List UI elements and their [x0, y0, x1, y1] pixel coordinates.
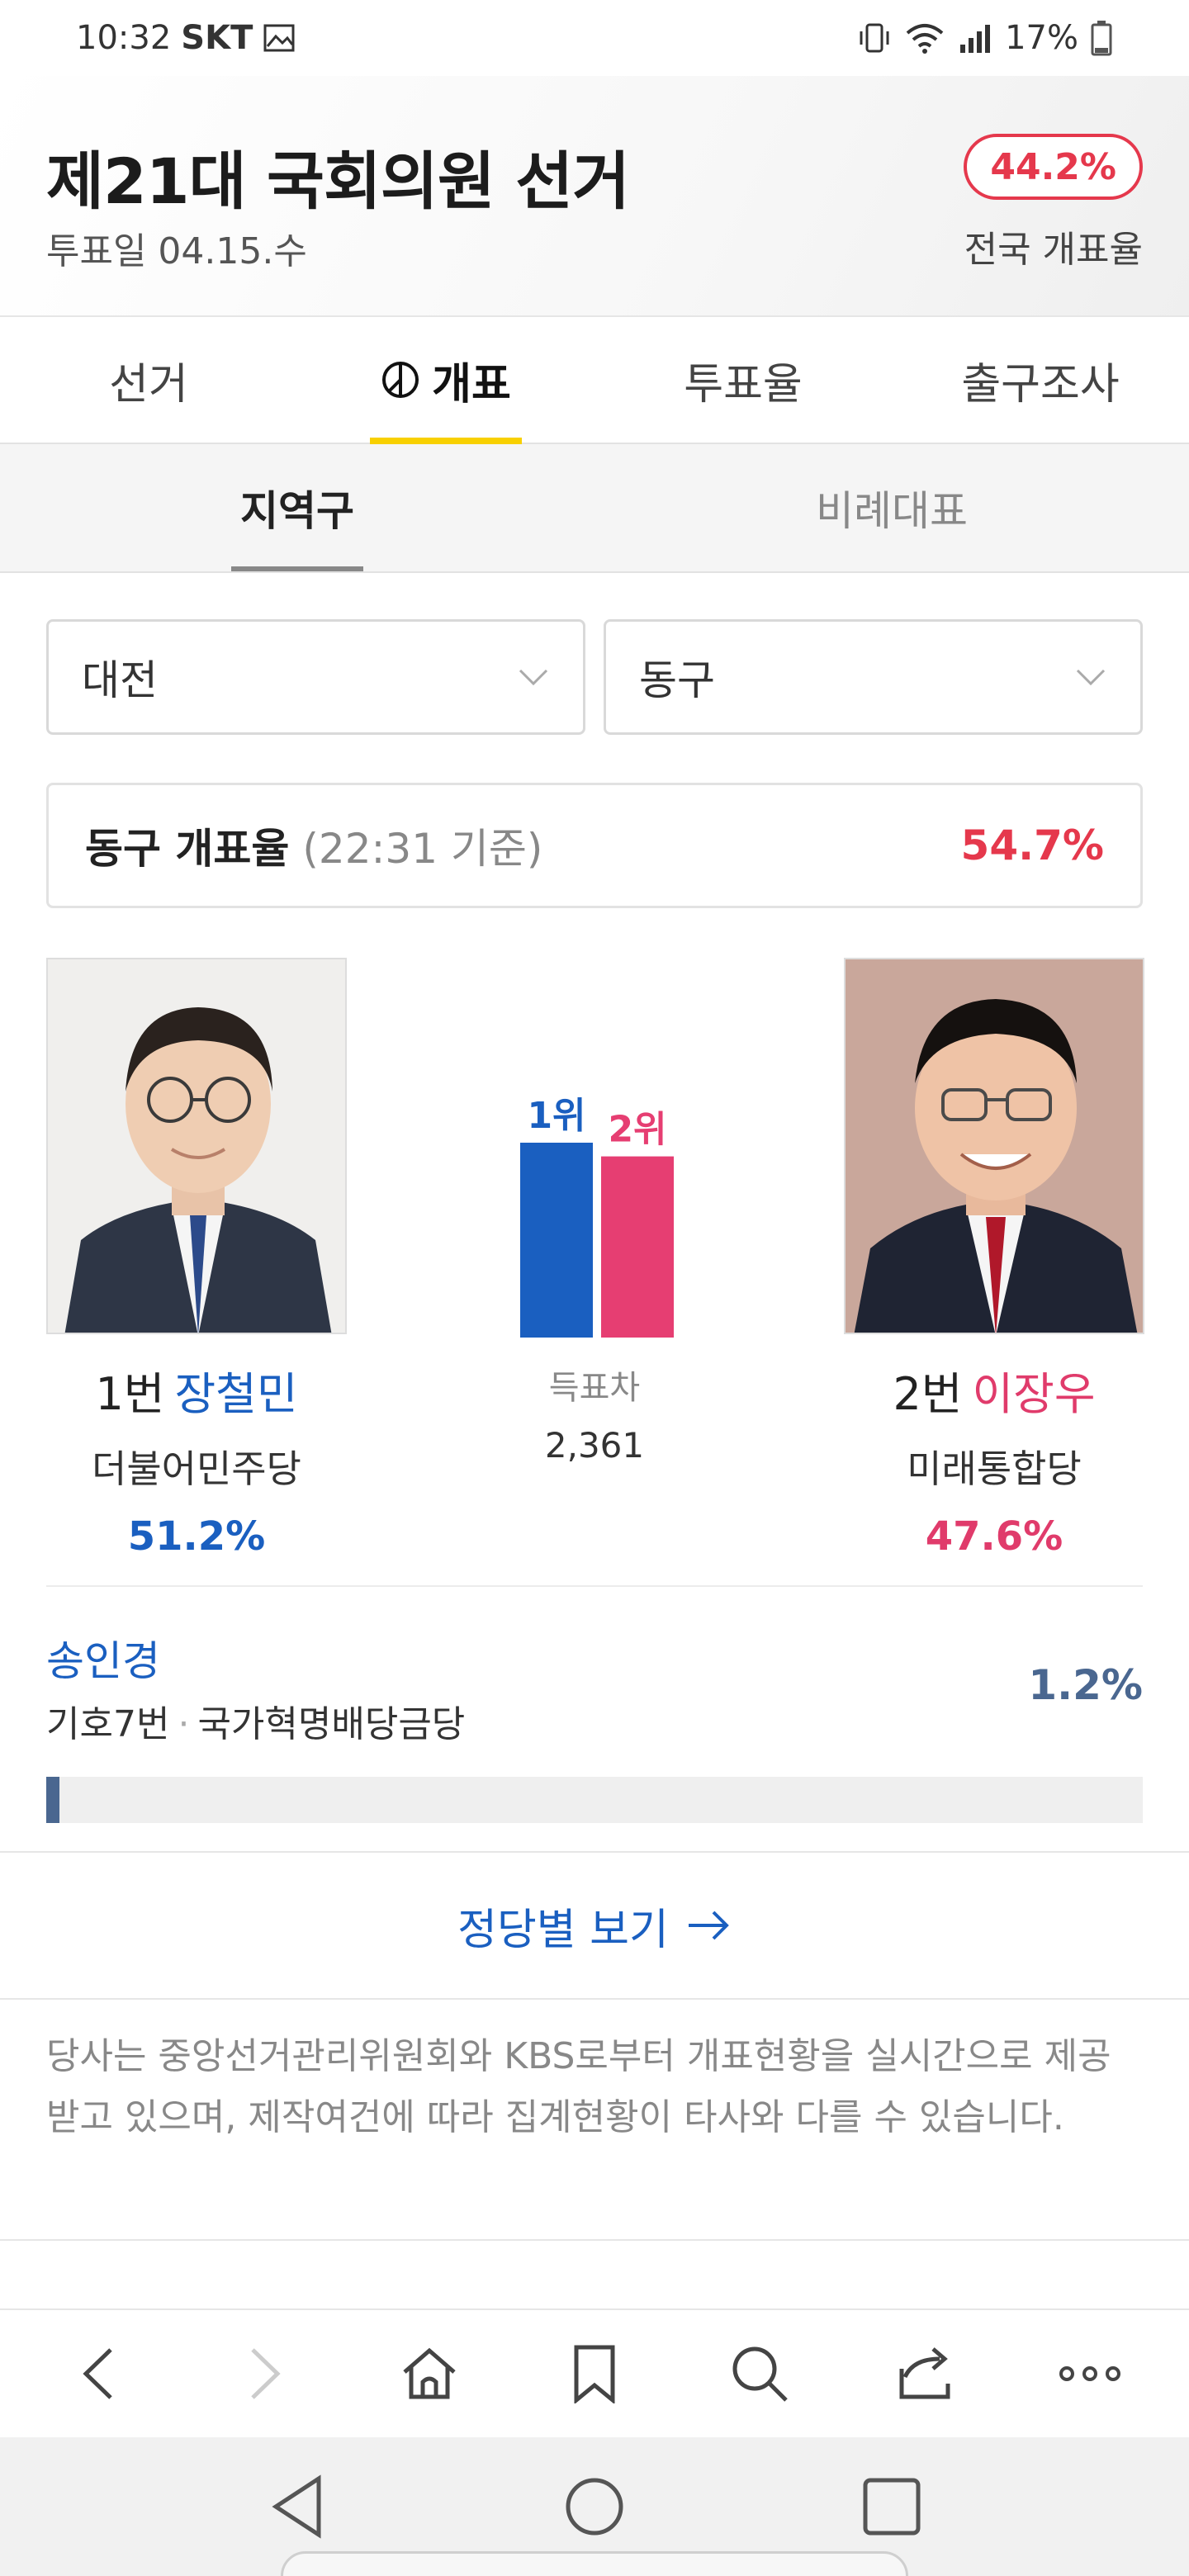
ballot-stamp-icon: [382, 362, 419, 398]
minor-candidate-meta: 기호7번 · 국가혁명배당금당: [46, 1694, 1143, 1747]
divider: [0, 1998, 1189, 2000]
candidate-portrait-image: [846, 959, 1143, 1333]
data-source-notice: 당사는 중앙선거관리위원회와 KBS로부터 개표현황을 실시간으로 제공받고 있…: [46, 2035, 1111, 2138]
candidate-card-1[interactable]: 1번 장철민 더불어민주당 51.2%: [46, 958, 347, 1560]
tab-proportional[interactable]: 비례대표: [594, 444, 1189, 571]
region-selects: 대전 동구: [46, 619, 1143, 735]
tab-label: 투표율: [684, 359, 803, 410]
status-carrier: SKT: [181, 19, 253, 57]
candidate-portrait-image: [48, 959, 345, 1333]
minor-candidate-number: 기호7번: [46, 1703, 170, 1745]
vote-gap-value: 2,361: [544, 1425, 645, 1466]
separator-dot: ·: [178, 1703, 190, 1745]
candidate-name[interactable]: 장철민: [175, 1368, 298, 1420]
sub-tab-label: 비례대표: [816, 487, 968, 535]
national-rate-badge: 44.2%: [964, 134, 1143, 200]
minor-candidate-party: 국가혁명배당금당: [197, 1703, 466, 1745]
tab-exit-poll[interactable]: 출구조사: [892, 317, 1189, 443]
status-right: 17%: [856, 19, 1113, 57]
count-rate-value: 54.7%: [960, 822, 1104, 869]
minor-candidate-progress: [46, 1777, 1143, 1823]
status-left: 10:32 SKT: [76, 19, 296, 57]
candidate-photo: [844, 958, 1144, 1334]
candidate-party: 더불어민주당: [92, 1447, 301, 1491]
main-tabs: 선거 개표 투표율 출구조사: [0, 317, 1189, 444]
tab-counting[interactable]: 개표: [297, 317, 594, 443]
divider: [46, 1585, 1143, 1587]
search-icon[interactable]: [727, 2341, 793, 2407]
sub-tab-label: 지역구: [240, 487, 354, 535]
candidate-card-2[interactable]: 2번 이장우 미래통합당 47.6%: [844, 958, 1144, 1560]
signal-icon: [960, 25, 991, 53]
tab-label: 개표: [432, 359, 511, 410]
district-select-value: 동구: [639, 656, 715, 704]
rank-bar-chart: 1위 2위: [520, 1095, 674, 1338]
home-icon[interactable]: [396, 2341, 462, 2407]
region-select-value: 대전: [82, 656, 158, 704]
vote-gap: 득표차 2,361: [462, 1361, 727, 1466]
page-title: 제21대 국회의원 선거: [46, 144, 630, 218]
national-rate-label: 전국 개표율: [964, 229, 1143, 271]
gesture-handle[interactable]: [281, 2551, 908, 2576]
district-select[interactable]: 동구: [604, 619, 1143, 735]
candidate-name-row: 1번 장철민: [46, 1357, 347, 1423]
minor-candidate-progress-fill: [46, 1777, 59, 1823]
battery-icon: [1091, 21, 1112, 56]
chevron-down-icon: [1076, 669, 1106, 686]
candidate-name[interactable]: 이장우: [973, 1368, 1096, 1420]
region-select[interactable]: 대전: [46, 619, 585, 735]
divider: [0, 2239, 1189, 2241]
chevron-down-icon: [519, 669, 548, 686]
browser-toolbar: [0, 2308, 1189, 2437]
rank-bar-1: [520, 1143, 593, 1338]
rank-label-1: 1위: [527, 1095, 585, 1137]
candidate-number: 2번: [893, 1368, 963, 1420]
status-time: 10:32: [76, 19, 172, 57]
share-icon[interactable]: [892, 2341, 958, 2407]
gallery-icon: [263, 24, 295, 52]
party-view-link[interactable]: 정당별 보기: [0, 1853, 1189, 1998]
candidate-party: 미래통합당: [907, 1447, 1082, 1491]
rank-label-2: 2위: [608, 1109, 666, 1151]
tab-election[interactable]: 선거: [0, 317, 297, 443]
tab-turnout[interactable]: 투표율: [594, 317, 892, 443]
status-bar: 10:32 SKT 17%: [0, 0, 1189, 76]
minor-candidate-name[interactable]: 송인경: [46, 1628, 1143, 1688]
nav-home-icon[interactable]: [561, 2474, 628, 2540]
candidate-number: 1번: [95, 1368, 165, 1420]
candidate-percent: 51.2%: [127, 1513, 266, 1560]
count-rate-label: 동구 개표율: [85, 825, 290, 873]
bookmark-icon[interactable]: [561, 2341, 628, 2407]
tab-label: 출구조사: [961, 359, 1120, 410]
candidate-percent: 47.6%: [925, 1513, 1063, 1560]
minor-candidate[interactable]: 송인경 기호7번 · 국가혁명배당금당 1.2%: [46, 1628, 1143, 1823]
forward-icon[interactable]: [231, 2341, 297, 2407]
tab-district[interactable]: 지역구: [0, 444, 594, 571]
back-icon[interactable]: [66, 2341, 132, 2407]
candidate-name-row: 2번 이장우: [844, 1357, 1144, 1423]
tab-label: 선거: [109, 359, 188, 410]
district-count-rate: 동구 개표율 (22:31 기준) 54.7%: [46, 783, 1143, 908]
election-date: 투표일 04.15.수: [46, 230, 307, 272]
nav-back-icon[interactable]: [264, 2474, 330, 2540]
vote-gap-label: 득표차: [548, 1369, 641, 1407]
minor-candidate-percent: 1.2%: [1028, 1661, 1143, 1709]
more-icon[interactable]: [1057, 2341, 1123, 2407]
candidate-photo: [46, 958, 347, 1334]
nav-recent-icon[interactable]: [859, 2474, 925, 2540]
election-header: 제21대 국회의원 선거 투표일 04.15.수 44.2% 전국 개표율: [0, 76, 1189, 317]
arrow-right-icon: [688, 1911, 729, 1940]
vibrate-icon: [860, 23, 889, 53]
rank-bar-2: [601, 1156, 674, 1338]
count-rate-time: (22:31 기준): [302, 825, 543, 873]
wifi-icon: [906, 24, 944, 54]
party-view-label: 정당별 보기: [457, 1905, 669, 1955]
battery-percent: 17%: [1005, 19, 1078, 57]
sub-tabs: 지역구 비례대표: [0, 444, 1189, 573]
